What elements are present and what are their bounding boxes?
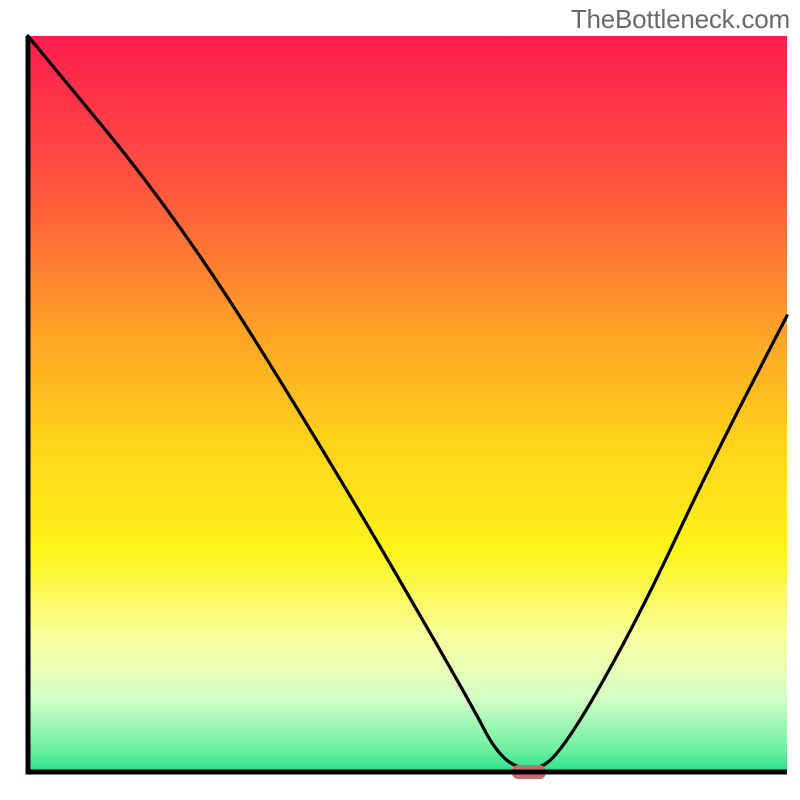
bottleneck-chart [0,0,800,800]
chart-container: TheBottleneck.com [0,0,800,800]
watermark-text: TheBottleneck.com [571,4,790,35]
plot-background [28,36,787,772]
